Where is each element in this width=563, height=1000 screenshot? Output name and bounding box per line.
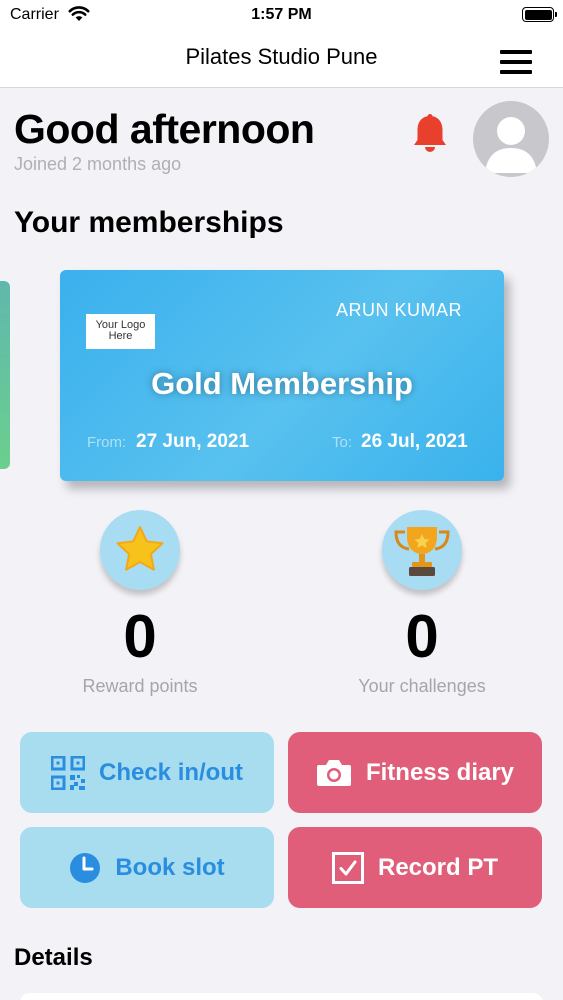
reward-points-label: Reward points [82,676,198,696]
logo-placeholder: Your Logo Here [86,314,155,349]
fitness-diary-button[interactable]: Fitness diary [288,732,542,813]
membership-name: Gold Membership [151,366,413,401]
status-bar: Carrier 1:57 PM [0,0,563,30]
from-label: From: [87,434,127,451]
challenges-label: Your challenges [358,676,486,696]
hamburger-menu-icon[interactable] [500,50,534,76]
to-label: To: [332,434,353,451]
details-card [20,993,543,1000]
studio-title: Pilates Studio Pune [185,44,378,69]
battery-icon [522,7,557,22]
memberships-heading: Your memberships [14,206,284,239]
card-holder-name: ARUN KUMAR [335,300,462,320]
challenges-value: 0 [405,603,439,670]
to-date: 26 Jul, 2021 [361,431,468,452]
record-pt-button[interactable]: Record PT [288,827,542,908]
status-time: 1:57 PM [251,6,312,23]
from-date: 27 Jun, 2021 [136,431,250,452]
record-pt-label: Record PT [377,853,499,881]
previous-membership-card[interactable] [0,281,10,469]
membership-card[interactable]: ARUN KUMAR Your Logo Here Gold Membershi… [60,270,504,481]
avatar[interactable] [473,101,549,177]
check-in-out-label: Check in/out [98,758,243,786]
navigation-bar: Pilates Studio Pune [0,30,563,88]
clock-icon [69,852,101,884]
logo-line-2: Here [108,330,133,342]
camera-icon [316,758,352,788]
challenges-badge[interactable] [382,510,462,590]
trophy-icon [394,527,450,576]
fitness-diary-label: Fitness diary [365,758,515,786]
star-icon [116,526,164,571]
check-in-out-button[interactable]: Check in/out [20,732,274,813]
bell-icon[interactable] [410,113,450,160]
details-heading: Details [14,944,93,971]
reward-points-value: 0 [123,603,157,670]
book-slot-label: Book slot [115,853,225,881]
qr-code-icon [50,755,85,790]
reward-points-badge[interactable] [100,510,180,590]
checkbox-icon [331,851,364,884]
joined-label: Joined 2 months ago [14,154,182,174]
book-slot-button[interactable]: Book slot [20,827,274,908]
greeting-heading: Good afternoon [14,106,315,152]
